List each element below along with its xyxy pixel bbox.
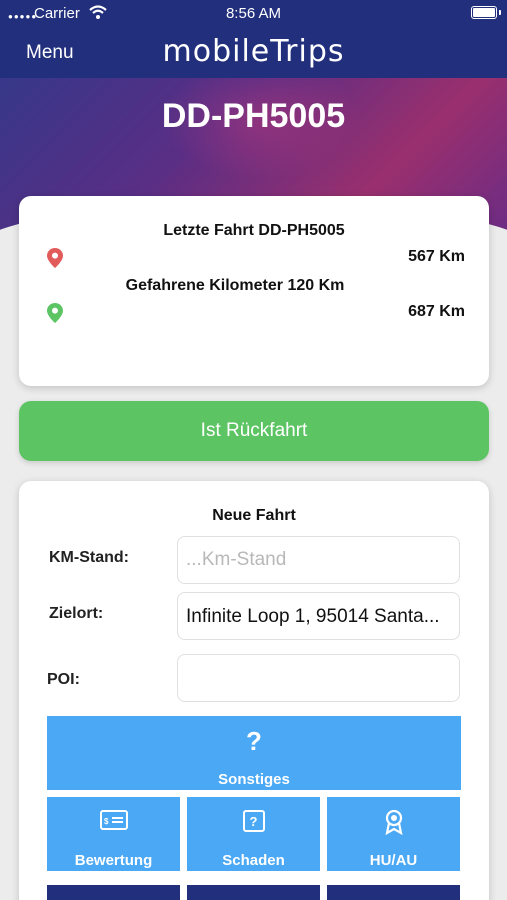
destination-field-label: Zielort: <box>49 605 104 622</box>
driven-km-label: Gefahrene Kilometer 120 Km <box>125 277 345 294</box>
question-box-icon: ? <box>187 809 320 835</box>
question-icon: ? <box>246 726 262 756</box>
nav-bar: Menu mobileTrips <box>0 26 507 78</box>
last-trip-card: Letzte Fahrt DD-PH5005 567 Km Gefahrene … <box>19 196 489 386</box>
svg-text:$: $ <box>104 817 109 826</box>
inspection-tile-button[interactable]: HU/AU <box>327 797 460 871</box>
inspection-tile-label: HU/AU <box>369 852 418 869</box>
location-pin-green-icon <box>47 303 63 323</box>
location-pin-red-icon <box>47 248 63 268</box>
award-icon <box>327 809 460 836</box>
new-trip-heading: Neue Fahrt <box>212 507 296 524</box>
poi-field-label: POI: <box>47 671 80 688</box>
status-bar: ●●●●● Carrier 8:56 AM <box>0 0 507 26</box>
start-km-value: 567 Km <box>408 248 465 265</box>
money-card-icon: $ <box>47 809 180 835</box>
poi-input[interactable] <box>177 654 460 702</box>
other-tile-button[interactable]: ? Sonstiges <box>47 716 461 790</box>
destination-input[interactable]: Infinite Loop 1, 95014 Santa... <box>177 592 460 640</box>
clock: 8:56 AM <box>225 5 282 22</box>
app-title: mobileTrips <box>162 34 345 69</box>
new-trip-card: Neue Fahrt KM-Stand: Zielort: Infinite L… <box>19 481 489 900</box>
dark-tile-button[interactable] <box>327 885 460 900</box>
battery-tip <box>499 10 501 15</box>
rating-tile-label: Bewertung <box>74 852 153 869</box>
damage-tile-button[interactable]: ? Schaden <box>187 797 320 871</box>
svg-text:?: ? <box>249 814 257 829</box>
rating-tile-button[interactable]: $ Bewertung <box>47 797 180 871</box>
battery-icon <box>471 6 497 19</box>
other-tile-label: Sonstiges <box>218 771 290 788</box>
km-field-label: KM-Stand: <box>49 549 129 566</box>
dark-tile-button[interactable] <box>47 885 180 900</box>
damage-tile-label: Schaden <box>222 852 285 869</box>
km-input[interactable] <box>177 536 460 584</box>
vehicle-plate-title: DD-PH5005 <box>161 97 346 135</box>
end-km-value: 687 Km <box>408 303 465 320</box>
dark-tile-button[interactable] <box>187 885 320 900</box>
last-trip-heading: Letzte Fahrt DD-PH5005 <box>163 222 345 239</box>
return-trip-button[interactable]: Ist Rückfahrt <box>19 401 489 461</box>
